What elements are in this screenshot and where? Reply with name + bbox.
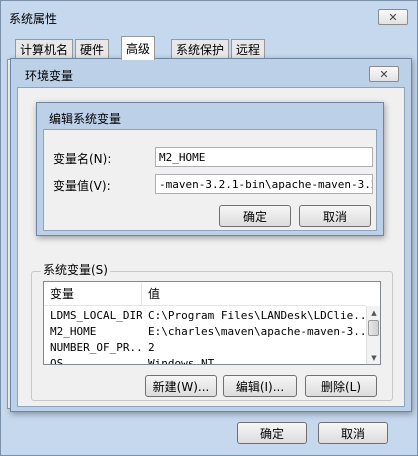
tab-label: 硬件 <box>80 43 105 57</box>
environment-variables-close-button[interactable]: ✕ <box>369 66 399 82</box>
tab-hardware[interactable]: 硬件 <box>75 39 110 59</box>
system-properties-title: 系统属性 <box>9 12 58 26</box>
close-icon: ✕ <box>379 67 389 81</box>
variable-value-label: 变量值(V): <box>53 179 111 193</box>
new-variable-button[interactable]: 新建(W)... <box>145 375 217 397</box>
system-properties-close-button[interactable]: ✕ <box>378 9 408 25</box>
edit-dialog-cancel-button[interactable]: 取消 <box>299 205 371 227</box>
table-row-selected[interactable]: M2_HOME E:\charles\maven\apache-maven-3.… <box>44 323 366 339</box>
tab-remote[interactable]: 远程 <box>231 39 266 59</box>
table-row[interactable]: LDMS_LOCAL_DIR C:\Program Files\LANDesk\… <box>44 307 366 323</box>
button-label: 编辑(I)... <box>235 379 285 394</box>
environment-variables-title: 环境变量 <box>25 69 74 83</box>
button-label: 确定 <box>259 426 284 441</box>
button-label: 新建(W)... <box>152 379 210 394</box>
column-header-name[interactable]: 变量 <box>44 282 142 305</box>
scroll-thumb[interactable] <box>368 320 379 336</box>
list-header: 变量 值 <box>44 282 366 306</box>
tab-advanced[interactable]: 高级 <box>121 36 156 60</box>
edit-variable-button[interactable]: 编辑(I)... <box>223 375 297 397</box>
variable-value-input[interactable]: -maven-3.2.1-bin\apache-maven-3.2.1 <box>155 174 373 194</box>
row-name: LDMS_LOCAL_DIR <box>50 308 142 322</box>
list-scrollbar[interactable]: ▲ ▼ <box>366 306 380 364</box>
row-name: NUMBER_OF_PR... <box>50 340 142 354</box>
close-icon: ✕ <box>388 10 398 24</box>
table-row[interactable]: NUMBER_OF_PR... 2 <box>44 339 366 355</box>
button-label: 取消 <box>322 209 347 224</box>
edit-system-variable-window: 编辑系统变量 变量名(N): M2_HOME 变量值(V): -maven-3.… <box>36 102 384 236</box>
variable-name-label: 变量名(N): <box>53 152 112 166</box>
button-label: 删除(L) <box>320 379 362 394</box>
delete-variable-button[interactable]: 删除(L) <box>305 375 377 397</box>
button-label: 取消 <box>340 426 365 441</box>
system-properties-cancel-button[interactable]: 取消 <box>318 422 388 444</box>
tab-label: 远程 <box>236 43 261 57</box>
table-row[interactable]: OS Windows_NT <box>44 355 366 365</box>
scroll-up-icon[interactable]: ▲ <box>367 306 380 319</box>
tab-computer-name[interactable]: 计算机名 <box>15 39 74 59</box>
tab-label: 系统保护 <box>176 43 225 57</box>
row-value: Windows_NT <box>148 356 215 365</box>
tab-system-protection[interactable]: 系统保护 <box>171 39 230 59</box>
variable-name-input[interactable]: M2_HOME <box>155 147 373 167</box>
row-name: OS <box>50 356 64 365</box>
row-value: E:\charles\maven\apache-maven-3.... <box>148 324 366 338</box>
tab-label: 高级 <box>126 42 151 56</box>
system-properties-ok-button[interactable]: 确定 <box>237 422 307 444</box>
row-name: M2_HOME <box>50 324 97 338</box>
row-value: 2 <box>148 340 155 354</box>
row-value: C:\Program Files\LANDesk\LDClie... <box>148 308 366 322</box>
edit-dialog-ok-button[interactable]: 确定 <box>219 205 291 227</box>
button-label: 确定 <box>242 209 267 224</box>
tab-label: 计算机名 <box>20 43 69 57</box>
system-variables-label: 系统变量(S) <box>41 261 110 278</box>
system-variables-list[interactable]: 变量 值 LDMS_LOCAL_DIR C:\Program Files\LAN… <box>43 281 381 365</box>
column-header-value[interactable]: 值 <box>142 285 160 302</box>
edit-system-variable-title: 编辑系统变量 <box>49 112 122 126</box>
scroll-down-icon[interactable]: ▼ <box>367 351 380 364</box>
